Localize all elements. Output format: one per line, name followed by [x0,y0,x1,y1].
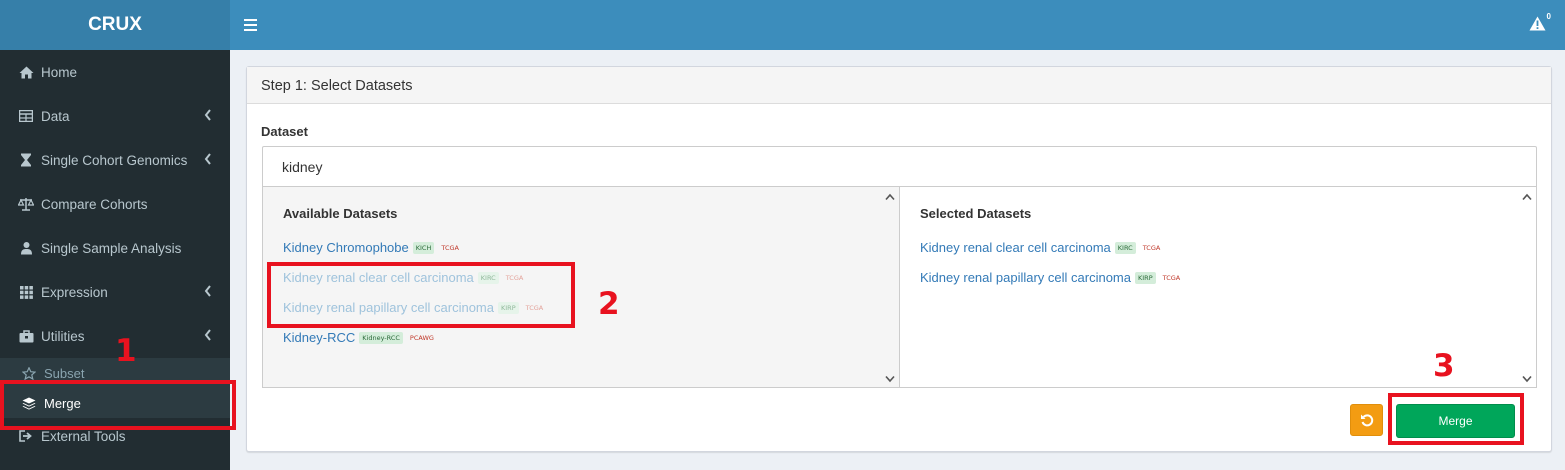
sidebar-item-expression[interactable]: Expression [0,270,230,314]
sidebar-item-compare-cohorts[interactable]: Compare Cohorts [0,182,230,226]
sidebar-item-label: Data [41,108,70,124]
sidebar-subitem-label: Subset [44,365,85,381]
alert-count-badge: 0 [1546,12,1551,21]
dataset-code-badge: KICH [412,241,435,254]
chevron-left-icon [204,285,211,297]
menu-toggle-icon[interactable] [244,13,260,37]
warning-icon [1529,16,1546,31]
sidebar-item-label: External Tools [41,428,126,444]
balance-scale-icon [18,197,34,211]
home-icon [18,65,34,79]
dataset-name: Kidney renal papillary cell carcinoma [283,300,494,315]
scroll-up-icon[interactable] [885,193,895,201]
available-datasets-title: Available Datasets [283,206,398,221]
sidebar-item-label: Expression [41,284,108,300]
select-datasets-box: Step 1: Select Datasets Dataset Availabl… [246,66,1552,452]
chevron-left-icon [204,329,211,341]
sidebar-item-label: Single Cohort Genomics [41,152,188,168]
star-icon [21,366,37,380]
dataset-search-input[interactable] [262,146,1537,187]
reset-button[interactable] [1350,404,1383,436]
sidebar-subitem-label: Merge [44,395,81,411]
dataset-code-badge: KIRC [1114,241,1136,254]
layers-icon [21,396,37,410]
available-dataset-item[interactable]: Kidney-RCC Kidney-RCC PCAWG [283,330,437,345]
dataset-code-badge: KIRP [1135,271,1156,284]
annotation-number-3: 3 [1433,348,1455,384]
annotation-number-2: 2 [598,286,620,322]
user-icon [18,241,34,255]
selected-dataset-item[interactable]: Kidney renal clear cell carcinoma KIRC T… [920,240,1163,255]
dataset-source-badge: TCGA [441,243,459,252]
top-navbar: 0 [230,0,1565,50]
dataset-source-badge: PCAWG [409,333,434,342]
app-logo[interactable]: CRUX [0,0,230,50]
sidebar-item-label: Home [41,64,78,80]
sidebar-subitem-merge[interactable]: Merge [0,388,230,418]
sidebar: Home Data Single Cohort Genomics Compare… [0,50,230,470]
dataset-name: Kidney Chromophobe [283,240,409,255]
dataset-name: Kidney renal papillary cell carcinoma [920,270,1131,285]
dataset-label: Dataset [261,124,308,139]
grid-icon [18,285,34,299]
sidebar-item-single-sample-analysis[interactable]: Single Sample Analysis [0,226,230,270]
dataset-source-badge: TCGA [1142,243,1161,252]
scroll-up-icon[interactable] [1522,193,1532,201]
scroll-down-icon[interactable] [1522,375,1532,383]
box-title: Step 1: Select Datasets [247,67,1551,104]
available-dataset-item[interactable]: Kidney renal papillary cell carcinoma KI… [283,300,546,315]
selected-scrollbar[interactable] [1519,187,1536,387]
scroll-down-icon[interactable] [885,375,895,383]
sign-out-icon [18,429,34,443]
dataset-code-badge: Kidney-RCC [359,331,403,344]
undo-icon [1360,414,1373,427]
alerts-button[interactable]: 0 [1529,12,1551,36]
sidebar-item-home[interactable]: Home [0,50,230,94]
hourglass-icon [18,153,34,167]
available-scrollbar[interactable] [882,187,899,387]
dataset-code-badge: KIRP [498,301,519,314]
dataset-name: Kidney renal clear cell carcinoma [283,270,474,285]
dataset-source-badge: TCGA [505,273,524,282]
sidebar-item-label: Single Sample Analysis [41,240,182,256]
dataset-source-badge: TCGA [525,303,544,312]
sidebar-item-label: Utilities [41,328,85,344]
annotation-number-1: 1 [115,333,137,369]
dataset-name: Kidney-RCC [283,330,356,345]
selected-datasets-title: Selected Datasets [920,206,1032,221]
chevron-left-icon [204,109,211,121]
toolbox-icon [18,329,34,343]
table-icon [18,109,34,123]
dataset-code-badge: KIRC [477,271,499,284]
sidebar-item-external-tools[interactable]: External Tools [0,418,230,454]
dataset-source-badge: TCGA [1162,273,1181,282]
selected-dataset-item[interactable]: Kidney renal papillary cell carcinoma KI… [920,270,1183,285]
sidebar-item-single-cohort-genomics[interactable]: Single Cohort Genomics [0,138,230,182]
available-dataset-item[interactable]: Kidney Chromophobe KICH TCGA [283,240,462,255]
dataset-name: Kidney renal clear cell carcinoma [920,240,1111,255]
available-dataset-item[interactable]: Kidney renal clear cell carcinoma KIRC T… [283,270,526,285]
merge-button[interactable]: Merge [1396,404,1515,438]
chevron-left-icon [204,153,211,165]
available-datasets-panel[interactable]: Available Datasets Kidney Chromophobe KI… [262,187,899,388]
sidebar-item-label: Compare Cohorts [41,196,148,212]
sidebar-item-data[interactable]: Data [0,94,230,138]
